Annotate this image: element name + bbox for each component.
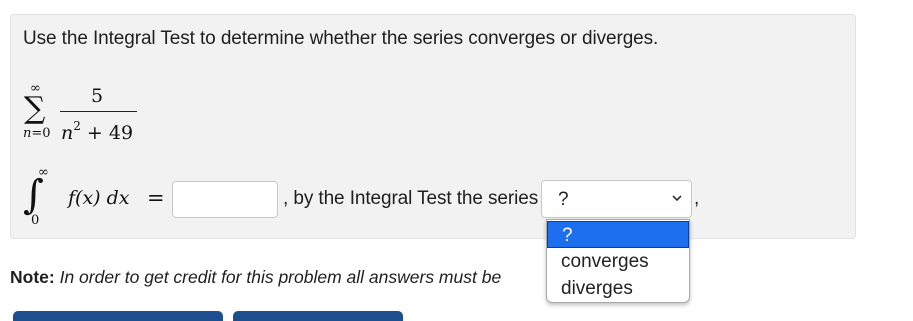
integrand: f(x) dx [68,187,130,209]
integral-test-text: , by the Integral Test the series [283,188,539,209]
trailing-comma: , [694,188,700,209]
select-current-value: ? [558,189,569,210]
fraction-bar [60,111,137,112]
credit-note: Note: In order to get credit for this pr… [10,267,501,288]
chevron-down-icon [672,195,682,202]
convergence-select[interactable]: ? [541,180,692,218]
sum-lower-limit: n=0 [23,126,51,141]
integral-upper-limit: ∞ [38,165,49,180]
integral-answer-input[interactable] [172,181,278,218]
problem-prompt: Use the Integral Test to determine wheth… [23,28,659,49]
summation-sign: ∑ [24,91,46,126]
sum-upper-limit: ∞ [30,81,41,96]
dropdown-option-diverges[interactable]: diverges [547,275,689,302]
dropdown-option-converges[interactable]: converges [547,248,689,275]
convergence-dropdown-list: ? converges diverges [546,219,690,303]
equals-sign: = [147,186,165,210]
fraction-denominator: n2 + 49 [61,119,134,144]
note-text: In order to get credit for this problem … [59,267,502,287]
fraction-numerator: 5 [91,85,104,107]
primary-button[interactable] [13,311,223,321]
secondary-button[interactable] [233,311,403,321]
note-label: Note: [10,267,55,287]
dropdown-option-blank[interactable]: ? [547,221,689,248]
integral-lower-limit: 0 [31,213,40,228]
